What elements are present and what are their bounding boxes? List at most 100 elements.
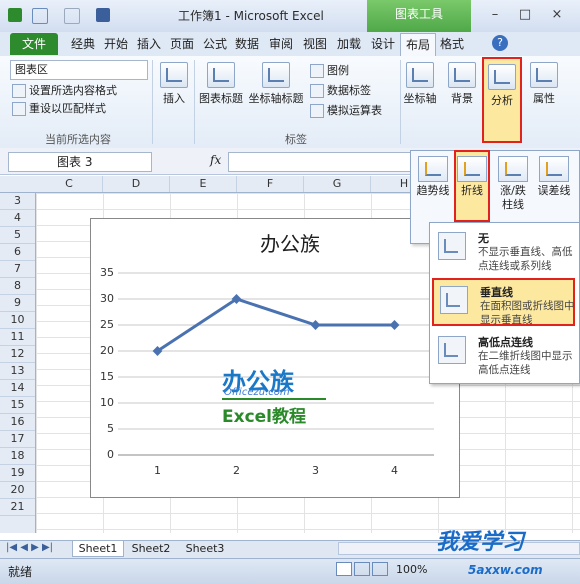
zoom-level[interactable]: 100%	[396, 563, 427, 576]
tab-9[interactable]: 加载	[332, 33, 366, 55]
row-header[interactable]: 5	[0, 227, 35, 244]
row-header[interactable]: 20	[0, 482, 35, 499]
column-header[interactable]: G	[304, 176, 371, 192]
insert-button[interactable]: 插入	[156, 62, 192, 106]
y-tick-label: 30	[100, 292, 114, 305]
fx-icon[interactable]: fx	[210, 153, 221, 167]
reset-icon	[12, 102, 26, 116]
row-header[interactable]: 14	[0, 380, 35, 397]
chart-title-button[interactable]: 图表标题	[196, 62, 246, 106]
sheet-tab[interactable]: Sheet3	[180, 541, 230, 556]
data-table-button[interactable]: 模拟运算表	[310, 102, 382, 120]
updown-bars-button[interactable]: 涨/跌 柱线	[494, 156, 532, 212]
redo-icon[interactable]	[64, 8, 80, 24]
column-header[interactable]: D	[103, 176, 170, 192]
row-header[interactable]: 12	[0, 346, 35, 363]
name-box[interactable]: 图表 3	[8, 152, 152, 172]
group-separator	[152, 60, 153, 144]
row-header[interactable]: 16	[0, 414, 35, 431]
row-header[interactable]: 8	[0, 278, 35, 295]
row-header[interactable]: 11	[0, 329, 35, 346]
legend-button[interactable]: 图例	[310, 62, 349, 80]
format-selection-button[interactable]: 设置所选内容格式	[12, 82, 117, 100]
tab-4[interactable]: 页面	[166, 33, 198, 55]
undo-icon[interactable]	[32, 8, 48, 24]
updown-bars-icon	[498, 156, 528, 182]
help-icon[interactable]: ?	[492, 35, 508, 51]
lines-menu-item[interactable]: 垂直线 在面积图或折线图中显示垂直线	[432, 278, 575, 326]
data-labels-button[interactable]: 数据标签	[310, 82, 371, 100]
y-tick-label: 5	[107, 422, 114, 435]
lines-button[interactable]: 折线	[454, 150, 490, 222]
data-table-icon	[310, 104, 324, 118]
column-header[interactable]: E	[170, 176, 237, 192]
background-button[interactable]: 背景	[446, 62, 478, 106]
column-header[interactable]: C	[36, 176, 103, 192]
insert-icon	[160, 62, 188, 88]
y-tick-label: 15	[100, 370, 114, 383]
analysis-button[interactable]: 分析	[482, 57, 522, 143]
context-tab-label: 图表工具	[394, 7, 443, 21]
row-header[interactable]: 9	[0, 295, 35, 312]
row-header[interactable]: 18	[0, 448, 35, 465]
data-labels-label: 数据标签	[327, 84, 371, 97]
tab-2[interactable]: 开始	[100, 33, 132, 55]
x-tick-label: 4	[391, 464, 398, 477]
tab-0[interactable]: 文件	[10, 33, 58, 55]
sheet-nav-arrows-icon[interactable]: |◀ ◀ ▶ ▶|	[6, 542, 53, 553]
column-header[interactable]: F	[237, 176, 304, 192]
status-ready: 就绪	[8, 565, 33, 579]
axis-title-button[interactable]: 坐标轴标题	[246, 62, 306, 106]
data-labels-icon	[310, 84, 324, 98]
row-header[interactable]: 15	[0, 397, 35, 414]
tab-7[interactable]: 审阅	[264, 33, 298, 55]
background-icon	[448, 62, 476, 88]
error-bars-button[interactable]: 误差线	[534, 156, 574, 198]
tab-5[interactable]: 公式	[200, 33, 230, 55]
formula-input[interactable]	[228, 152, 420, 172]
lines-menu-item[interactable]: 无不显示垂直线、高低点连线或系列线	[432, 226, 575, 274]
lines-menu-item[interactable]: 高低点连线 在二维折线图中显示高低点连线	[432, 330, 575, 378]
minimize-button[interactable]: –	[484, 6, 506, 24]
close-button[interactable]: ×	[546, 6, 568, 24]
tab-10[interactable]: 设计	[368, 33, 398, 55]
row-header[interactable]: 19	[0, 465, 35, 482]
row-header[interactable]: 21	[0, 499, 35, 516]
page-layout-view-icon[interactable]	[354, 562, 370, 576]
properties-icon	[530, 62, 558, 88]
format-selection-label: 设置所选内容格式	[29, 84, 117, 97]
row-header[interactable]: 7	[0, 261, 35, 278]
watermark-divider	[222, 398, 326, 400]
save-icon[interactable]	[96, 8, 110, 22]
insert-label: 插入	[163, 92, 185, 105]
tab-6[interactable]: 数据	[232, 33, 262, 55]
chart-title-icon	[207, 62, 235, 88]
y-tick-label: 25	[100, 318, 114, 331]
row-header[interactable]: 17	[0, 431, 35, 448]
axis-title-icon	[262, 62, 290, 88]
tab-11[interactable]: 布局	[400, 33, 436, 57]
page-break-view-icon[interactable]	[372, 562, 388, 576]
line-option-icon	[440, 286, 468, 314]
axes-button[interactable]: 坐标轴	[402, 62, 438, 106]
row-header[interactable]: 13	[0, 363, 35, 380]
properties-button[interactable]: 属性	[528, 62, 560, 106]
tab-12[interactable]: 格式	[436, 33, 468, 55]
tab-3[interactable]: 插入	[134, 33, 164, 55]
row-header[interactable]: 6	[0, 244, 35, 261]
trendline-button[interactable]: 趋势线	[414, 156, 452, 198]
sheet-tab[interactable]: Sheet2	[126, 541, 176, 556]
data-point	[389, 320, 400, 330]
row-header[interactable]: 3	[0, 193, 35, 210]
chart-element-dropdown[interactable]: 图表区	[10, 60, 148, 80]
row-header[interactable]: 10	[0, 312, 35, 329]
tab-8[interactable]: 视图	[300, 33, 330, 55]
tab-1[interactable]: 经典	[68, 33, 98, 55]
updown-bars-label: 涨/跌	[500, 184, 526, 197]
watermark-tagline: Excel教程	[222, 407, 307, 427]
sheet-tab[interactable]: Sheet1	[72, 541, 124, 557]
row-header[interactable]: 4	[0, 210, 35, 227]
maximize-button[interactable]: □	[514, 6, 536, 24]
reset-style-button[interactable]: 重设以匹配样式	[12, 100, 106, 118]
normal-view-icon[interactable]	[336, 562, 352, 576]
